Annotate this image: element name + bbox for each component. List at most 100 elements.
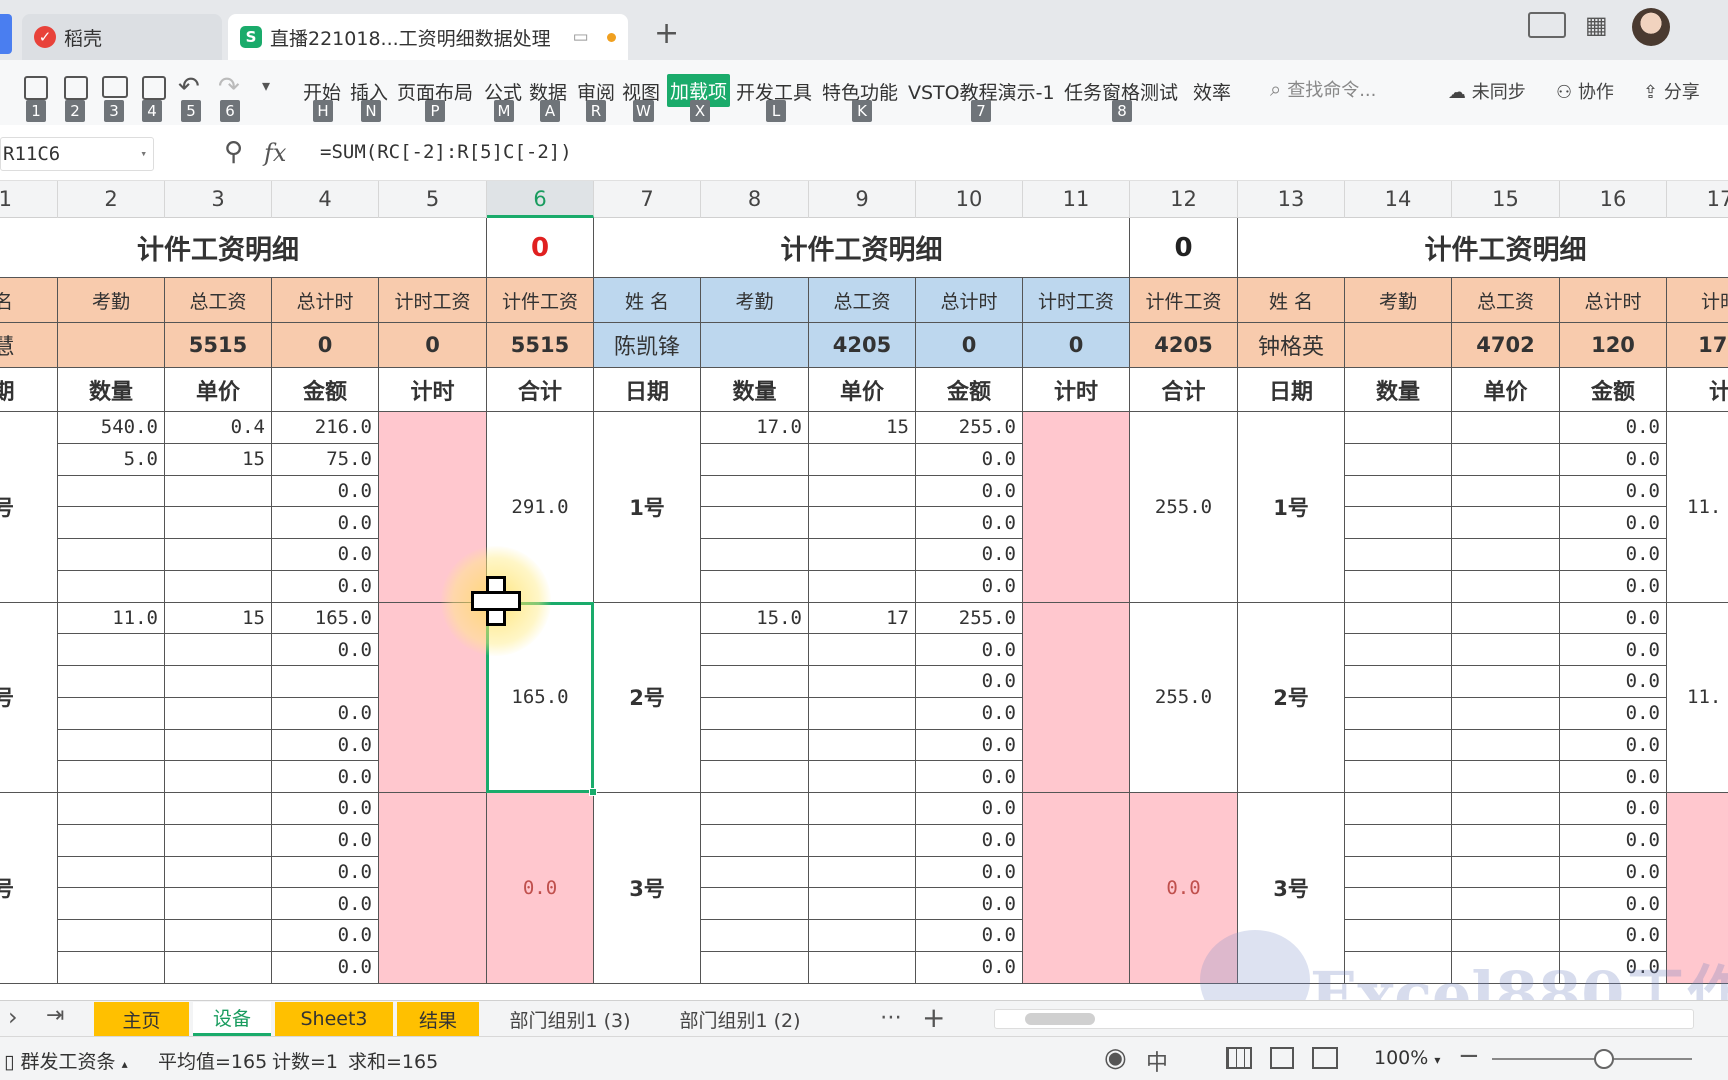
- price-cell[interactable]: [1452, 507, 1560, 539]
- summary-cell[interactable]: 0: [379, 323, 487, 368]
- amount-cell[interactable]: 0.0: [272, 856, 379, 889]
- sheet-tab-dept-2[interactable]: 部门组别1 (2): [665, 1002, 815, 1036]
- summary-cell[interactable]: [1345, 323, 1452, 368]
- amount-cell[interactable]: 0.0: [916, 507, 1023, 539]
- eye-protect-icon[interactable]: ◉: [1104, 1043, 1127, 1073]
- qat-more-icon[interactable]: ▾: [262, 76, 270, 95]
- price-cell[interactable]: [809, 856, 916, 889]
- amount-cell[interactable]: 0.0: [1560, 602, 1667, 635]
- quantity-cell[interactable]: [58, 761, 165, 793]
- price-cell[interactable]: [809, 951, 916, 984]
- price-cell[interactable]: 15: [809, 412, 916, 444]
- price-cell[interactable]: [1452, 666, 1560, 698]
- amount-cell[interactable]: 0.0: [272, 697, 379, 730]
- amount-cell[interactable]: 0.0: [1560, 697, 1667, 730]
- tab-daoke[interactable]: ✓ 稻壳: [22, 14, 222, 60]
- summary-cell[interactable]: 4205: [1130, 323, 1238, 368]
- quantity-cell[interactable]: [701, 888, 809, 920]
- amount-cell[interactable]: 0.0: [916, 888, 1023, 920]
- menu-efficiency[interactable]: 效率: [1193, 78, 1231, 105]
- amount-cell[interactable]: 0.0: [1560, 539, 1667, 571]
- amount-cell[interactable]: 0.0: [1560, 856, 1667, 889]
- quantity-cell[interactable]: [701, 920, 809, 952]
- col-header[interactable]: 9: [809, 181, 916, 218]
- price-cell[interactable]: [165, 920, 272, 952]
- amount-cell[interactable]: 0.0: [916, 697, 1023, 730]
- price-cell[interactable]: [1452, 793, 1560, 825]
- header-cell[interactable]: 计时工资: [379, 278, 487, 323]
- print-preview-icon[interactable]: [142, 76, 166, 100]
- price-cell[interactable]: [809, 570, 916, 603]
- quantity-cell[interactable]: [701, 666, 809, 698]
- save-icon[interactable]: [24, 76, 48, 100]
- quantity-cell[interactable]: [58, 793, 165, 825]
- subheader-cell[interactable]: 计时: [379, 368, 487, 412]
- fill-handle[interactable]: [589, 788, 597, 796]
- normal-view-icon[interactable]: [1226, 1047, 1252, 1069]
- collab-button[interactable]: ⚇ 协作: [1556, 78, 1614, 104]
- price-cell[interactable]: [165, 507, 272, 539]
- subheader-cell[interactable]: 数量: [701, 368, 809, 412]
- summary-cell[interactable]: 0: [916, 323, 1023, 368]
- redo-icon[interactable]: ↷: [218, 72, 240, 102]
- summary-cell[interactable]: 179: [1667, 323, 1728, 368]
- amount-cell[interactable]: 0.0: [1560, 761, 1667, 793]
- date-cell[interactable]: 3号: [594, 793, 701, 984]
- tab-document[interactable]: S 直播221018...工资明细数据处理 ▭: [228, 14, 628, 60]
- amount-cell[interactable]: 0.0: [916, 824, 1023, 857]
- col-header[interactable]: 1: [0, 181, 58, 218]
- header-cell[interactable]: 计时: [1667, 278, 1728, 323]
- price-cell[interactable]: [165, 888, 272, 920]
- col-header[interactable]: 5: [379, 181, 487, 218]
- subheader-cell[interactable]: 合计: [1130, 368, 1238, 412]
- quantity-cell[interactable]: [1345, 507, 1452, 539]
- col-header-selected[interactable]: 6: [487, 181, 594, 218]
- quantity-cell[interactable]: [701, 856, 809, 889]
- price-cell[interactable]: [809, 443, 916, 476]
- employee-name-cell[interactable]: 钟格英: [1238, 323, 1345, 368]
- quantity-cell[interactable]: [58, 570, 165, 603]
- scroll-sheets-right-icon[interactable]: ›: [8, 1003, 18, 1031]
- amount-cell[interactable]: 0.0: [1560, 507, 1667, 539]
- price-cell[interactable]: [1452, 412, 1560, 444]
- summary-cell[interactable]: 5515: [487, 323, 594, 368]
- quantity-cell[interactable]: [58, 697, 165, 730]
- amount-cell[interactable]: 0.0: [1560, 443, 1667, 476]
- price-cell[interactable]: [1452, 888, 1560, 920]
- header-cell[interactable]: 总计时: [1560, 278, 1667, 323]
- amount-cell[interactable]: 0.0: [916, 856, 1023, 889]
- hourly-cell[interactable]: 11.: [1667, 603, 1728, 793]
- price-cell[interactable]: [165, 761, 272, 793]
- subheader-cell[interactable]: 计时: [1023, 368, 1130, 412]
- amount-cell[interactable]: 0.0: [1560, 475, 1667, 508]
- quantity-cell[interactable]: [1345, 634, 1452, 666]
- quantity-cell[interactable]: [701, 761, 809, 793]
- amount-cell[interactable]: 0.0: [272, 824, 379, 857]
- price-cell[interactable]: [809, 761, 916, 793]
- add-sheet-icon[interactable]: +: [922, 1001, 945, 1034]
- col-header[interactable]: 16: [1560, 181, 1667, 218]
- more-sheets-icon[interactable]: ⋯: [880, 1005, 902, 1030]
- price-cell[interactable]: [1452, 824, 1560, 857]
- quantity-cell[interactable]: 17.0: [701, 412, 809, 444]
- price-cell[interactable]: [1452, 539, 1560, 571]
- price-cell[interactable]: [809, 507, 916, 539]
- quantity-cell[interactable]: [58, 824, 165, 857]
- zoom-formula-icon[interactable]: ⚲: [224, 137, 243, 167]
- quantity-cell[interactable]: [701, 697, 809, 730]
- price-cell[interactable]: [809, 793, 916, 825]
- price-cell[interactable]: [809, 920, 916, 952]
- price-cell[interactable]: [165, 729, 272, 762]
- scroll-thumb[interactable]: [1025, 1013, 1095, 1025]
- price-cell[interactable]: [809, 634, 916, 666]
- subheader-cell[interactable]: 日期: [594, 368, 701, 412]
- price-cell[interactable]: 0.4: [165, 412, 272, 444]
- summary-cell[interactable]: 4702: [1452, 323, 1560, 368]
- price-cell[interactable]: [165, 475, 272, 508]
- quantity-cell[interactable]: [1345, 761, 1452, 793]
- header-cell[interactable]: 计件工资: [1130, 278, 1238, 323]
- page-layout-view-icon[interactable]: [1270, 1047, 1294, 1069]
- date-cell[interactable]: 号: [0, 412, 58, 603]
- quantity-cell[interactable]: [701, 507, 809, 539]
- price-cell[interactable]: [165, 570, 272, 603]
